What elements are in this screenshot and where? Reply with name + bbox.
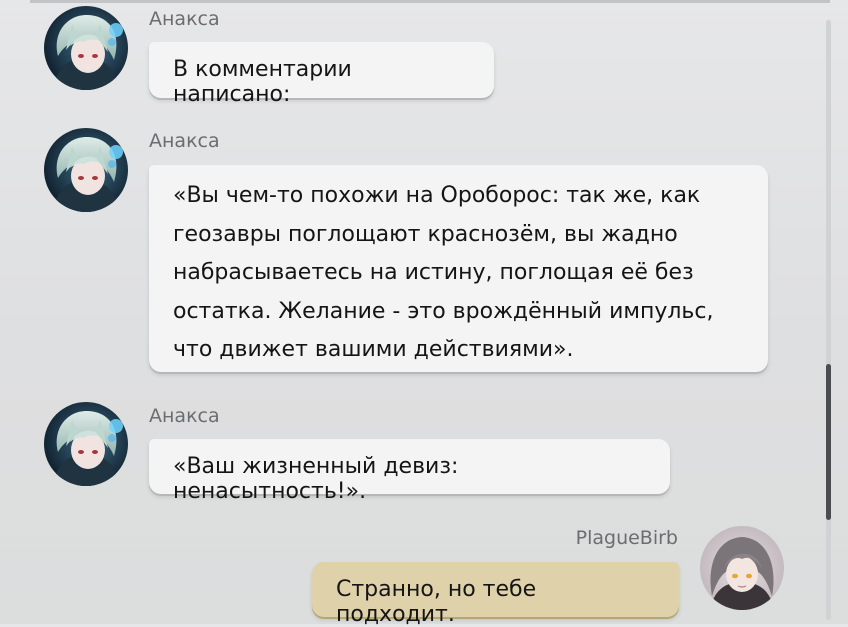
anaxa-avatar[interactable] [44, 402, 128, 486]
sender-name: Анакса [149, 8, 220, 30]
message-bubble[interactable]: Странно, но тебе подходит. [312, 562, 679, 627]
message-text-line: набрасываетесь на истину, поглощая её бе… [173, 260, 694, 285]
message-text: Странно, но тебе подходит. [336, 577, 537, 627]
message-text: В комментарии написано: [173, 57, 352, 107]
message-text-line: что движет вашими действиями». [173, 337, 574, 362]
message-bubble[interactable]: «Вы чем-то похожи на Оробо­рос: так же, … [149, 165, 768, 372]
anaxa-avatar[interactable] [44, 128, 128, 212]
chat-top-border [30, 0, 830, 3]
message-bubble[interactable]: В комментарии написано: [149, 42, 494, 107]
message-text: «Ваш жизненный девиз: ненасытность!». [173, 454, 459, 504]
plaguebirb-avatar[interactable] [700, 526, 784, 610]
scrollbar-track[interactable] [826, 20, 831, 620]
message-text-line: геозавры поглощают краснозём, вы жадно [173, 221, 678, 247]
sender-name: Анакса [149, 130, 220, 152]
anaxa-avatar[interactable] [44, 6, 128, 90]
message-text-line: «Вы чем-то похожи на Оробо­рос: так же, … [173, 183, 701, 208]
sender-name: PlagueBirb [575, 527, 678, 549]
message-bubble[interactable]: «Ваш жизненный девиз: ненасытность!». [149, 439, 670, 504]
scrollbar-thumb[interactable] [826, 364, 831, 520]
sender-name: Анакса [149, 405, 220, 427]
message-text-line: остатка. Желание - это врождённый импуль… [173, 298, 714, 324]
